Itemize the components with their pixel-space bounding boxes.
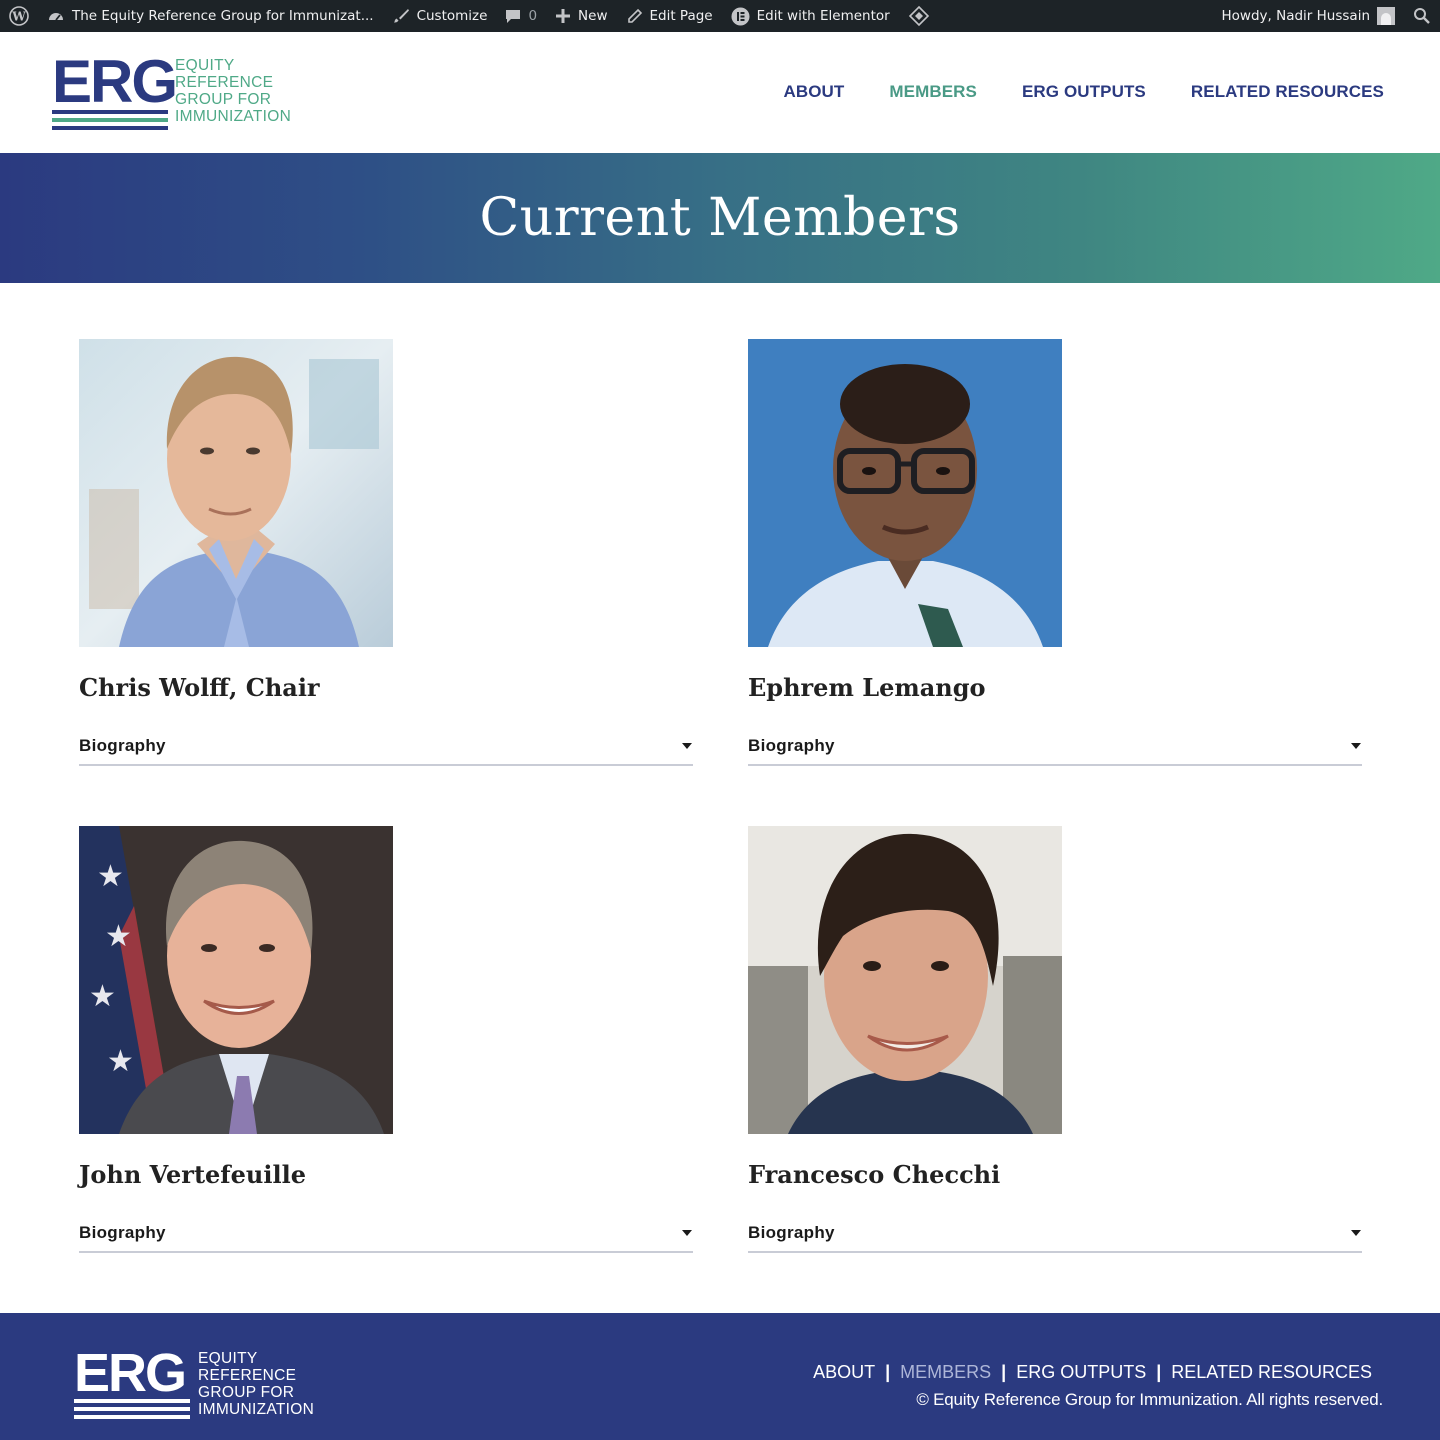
site-logo[interactable]: ERG EQUITY REFERENCE GROUP FOR IMMUNIZAT… [52,48,312,134]
new-label: New [578,8,608,24]
nav-separator: | [1156,1362,1162,1382]
admin-bar-secondary: Howdy, Nadir Hussain [1213,0,1440,32]
main-nav: ABOUT MEMBERS ERG OUTPUTS RELATED RESOUR… [783,82,1384,102]
elementor-icon [731,7,750,26]
member-name: Ephrem Lemango [748,673,986,702]
footer-logo-wordmark: EQUITY REFERENCE GROUP FOR IMMUNIZATION [198,1350,314,1418]
member-card: Ephrem Lemango Biography [748,339,1362,766]
admin-new-link[interactable]: New [546,0,616,32]
member-photo [748,339,1062,647]
admin-site-link[interactable]: The Equity Reference Group for Immunizat… [38,0,383,32]
avatar [1377,7,1395,25]
biography-label: Biography [748,736,835,755]
logo-stripes [52,110,168,134]
logo-line: IMMUNIZATION [175,108,292,125]
howdy-label: Howdy, Nadir Hussain [1221,8,1370,24]
logo-line: EQUITY [175,57,235,74]
member-photo: ★ ★ ★ ★ [79,826,393,1134]
member-card: Francesco Checchi Biography [748,826,1362,1253]
copyright-text: © Equity Reference Group for Immunizatio… [916,1390,1383,1409]
svg-text:★: ★ [89,979,116,1014]
logo-mark: ERG [52,48,178,115]
pencil-icon [626,8,643,25]
brush-icon [392,7,410,25]
elementor-label: Edit with Elementor [756,8,890,24]
admin-site-title: The Equity Reference Group for Immunizat… [72,8,374,24]
footer-logo-stripes [74,1399,190,1423]
biography-label: Biography [79,1223,166,1242]
admin-comments-link[interactable]: 0 [496,0,546,32]
logo-line: GROUP FOR [198,1384,295,1401]
svg-text:★: ★ [105,919,132,954]
footer-nav-related-resources[interactable]: RELATED RESOURCES [1171,1362,1372,1383]
member-card: Chris Wolff, Chair Biography [79,339,693,766]
member-name: Chris Wolff, Chair [79,673,320,702]
admin-search-button[interactable] [1404,0,1440,32]
member-name: Francesco Checchi [748,1160,1001,1189]
logo-line: EQUITY [198,1350,258,1367]
svg-text:★: ★ [97,859,124,894]
admin-bar: W The Equity Reference Group for Immuniz… [0,0,1440,32]
nav-item-erg-outputs[interactable]: ERG OUTPUTS [1022,82,1146,102]
logo-line: GROUP FOR [175,91,272,108]
caret-down-icon [1351,1230,1361,1236]
biography-toggle[interactable]: Biography [79,736,693,766]
footer-logo-mark: ERG [74,1343,187,1403]
page-title: Current Members [479,188,961,248]
dashboard-icon [47,8,65,24]
logo-wordmark: EQUITY REFERENCE GROUP FOR IMMUNIZATION [175,57,291,125]
site-footer: ERG EQUITY REFERENCE GROUP FOR IMMUNIZAT… [0,1313,1440,1440]
comment-icon [505,8,521,24]
logo-line: REFERENCE [175,74,274,91]
footer-logo[interactable]: ERG EQUITY REFERENCE GROUP FOR IMMUNIZAT… [74,1343,334,1425]
comments-count: 0 [528,8,538,24]
wordpress-logo-icon[interactable]: W [0,0,38,32]
nav-item-related-resources[interactable]: RELATED RESOURCES [1191,82,1384,102]
member-card: ★ ★ ★ ★ John Vertefeuille Biography [79,826,693,1253]
member-name: John Vertefeuille [79,1160,306,1189]
biography-label: Biography [79,736,166,755]
admin-customize-link[interactable]: Customize [383,0,497,32]
plus-icon [555,8,571,24]
biography-toggle[interactable]: Biography [748,736,1362,766]
diamond-icon [908,5,930,27]
admin-diamond-link[interactable] [899,0,939,32]
footer-nav-members[interactable]: MEMBERS [900,1362,991,1383]
biography-toggle[interactable]: Biography [748,1223,1362,1253]
biography-toggle[interactable]: Biography [79,1223,693,1253]
member-photo [748,826,1062,1134]
member-photo [79,339,393,647]
caret-down-icon [682,743,692,749]
nav-separator: | [1001,1362,1007,1382]
logo-line: IMMUNIZATION [198,1401,315,1418]
footer-nav-about[interactable]: ABOUT [813,1362,875,1383]
edit-page-label: Edit Page [649,8,713,24]
caret-down-icon [1351,743,1361,749]
logo-line: REFERENCE [198,1367,297,1384]
admin-elementor-link[interactable]: Edit with Elementor [722,0,899,32]
admin-edit-page-link[interactable]: Edit Page [617,0,722,32]
site-header: ERG EQUITY REFERENCE GROUP FOR IMMUNIZAT… [0,32,1440,153]
nav-item-about[interactable]: ABOUT [783,82,844,102]
search-icon [1413,7,1431,25]
svg-text:★: ★ [107,1044,134,1079]
page-banner: Current Members [0,153,1440,283]
svg-text:W: W [11,10,26,24]
admin-account-menu[interactable]: Howdy, Nadir Hussain [1213,0,1404,32]
footer-nav-erg-outputs[interactable]: ERG OUTPUTS [1016,1362,1146,1383]
nav-item-members[interactable]: MEMBERS [889,82,977,102]
nav-separator: | [885,1362,891,1382]
biography-label: Biography [748,1223,835,1242]
footer-nav: ABOUT | MEMBERS | ERG OUTPUTS | RELATED … [813,1362,1372,1383]
customize-label: Customize [416,8,488,24]
caret-down-icon [682,1230,692,1236]
